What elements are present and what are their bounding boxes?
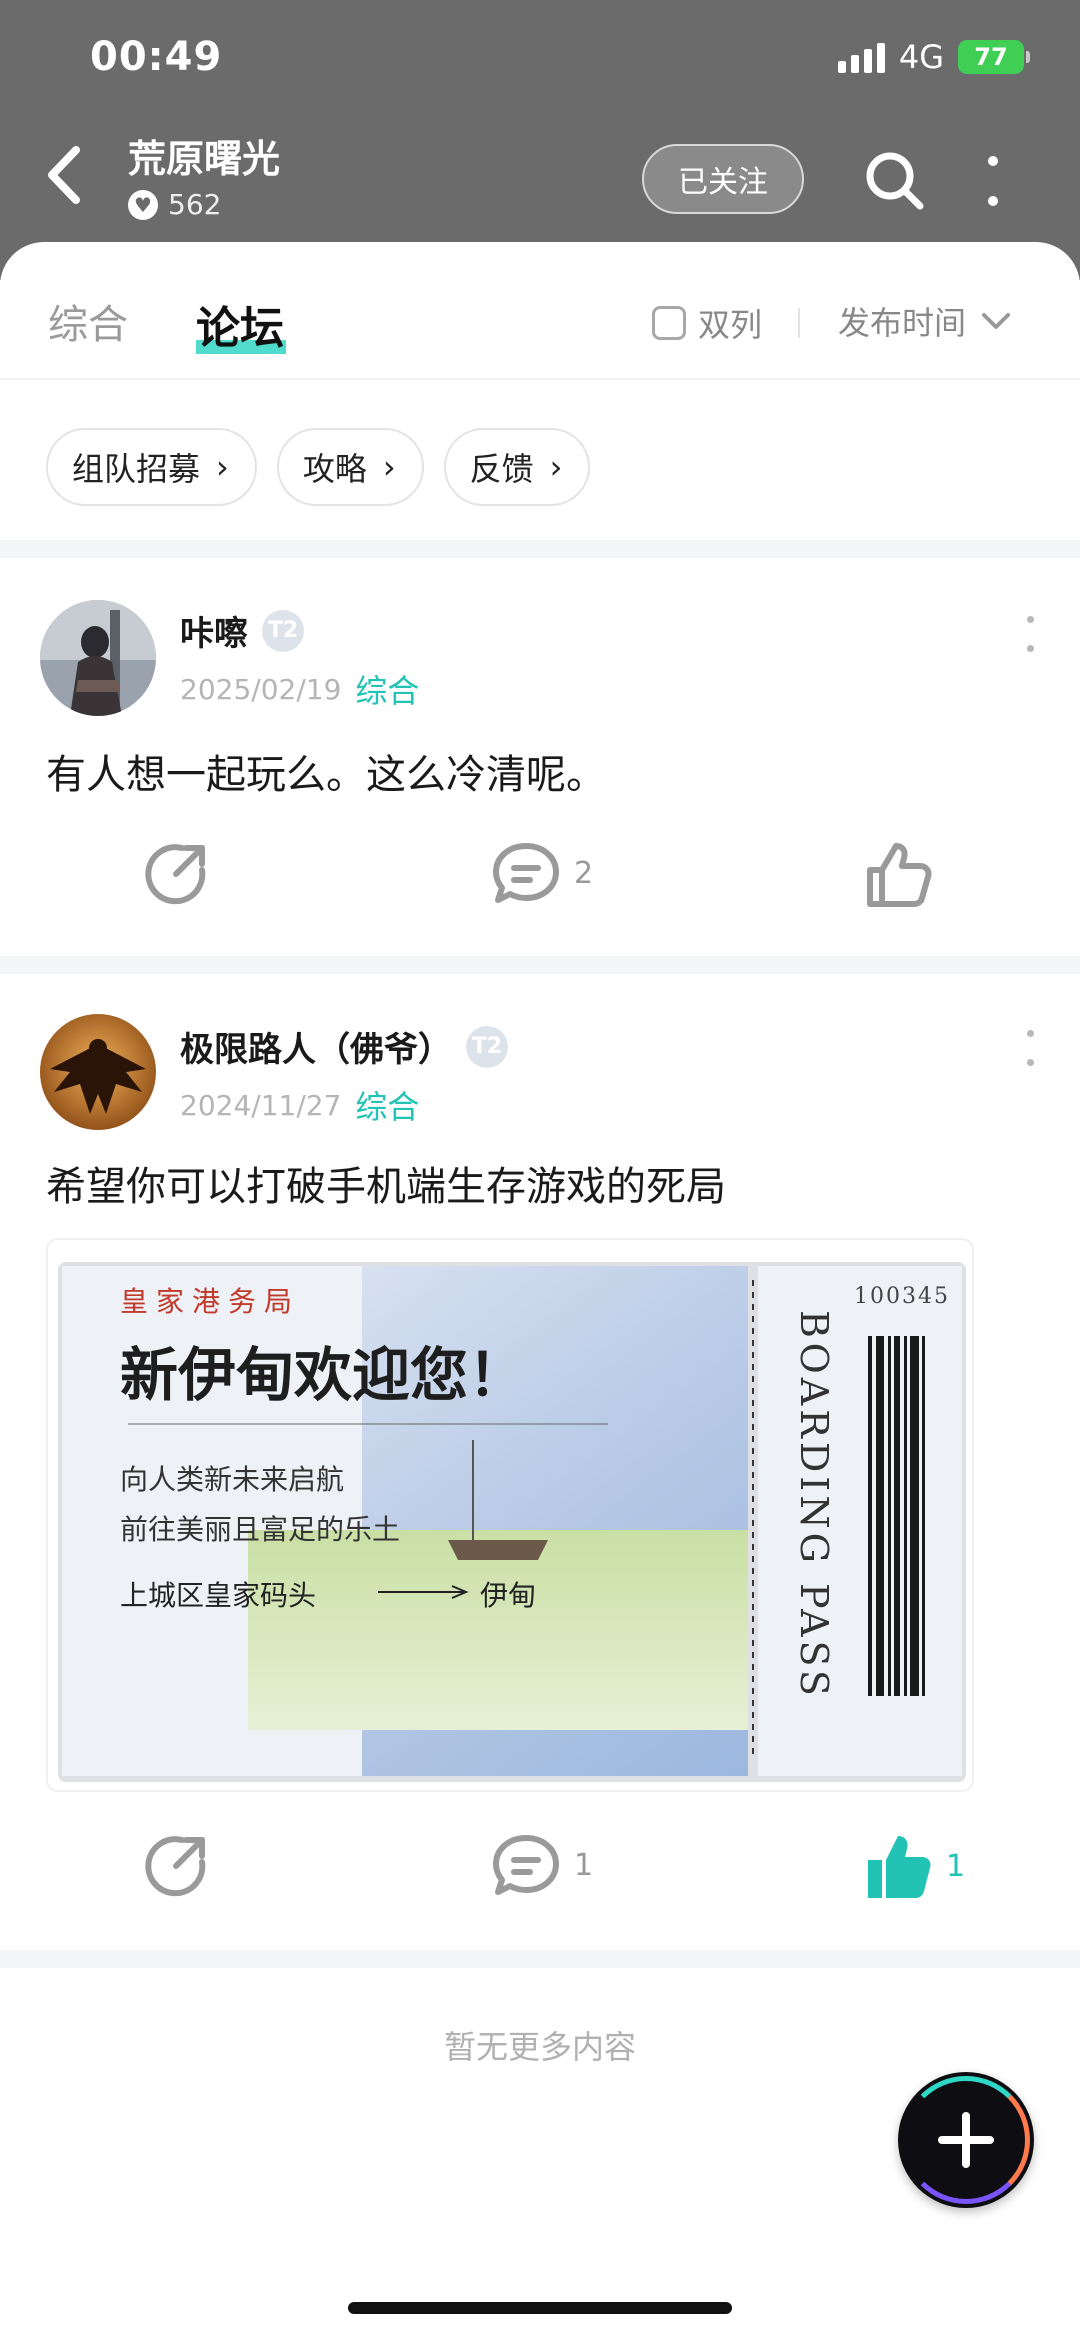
comment-icon xyxy=(493,1835,559,1895)
post-content[interactable]: 有人想一起玩么。这么冷清呢。 xyxy=(46,742,606,800)
post-category[interactable]: 综合 xyxy=(355,666,419,712)
post-more-button[interactable] xyxy=(1024,1030,1036,1066)
section-divider xyxy=(0,956,1080,974)
post-date: 2025/02/19 xyxy=(180,672,342,706)
sort-label: 发布时间 xyxy=(838,304,967,342)
post-date: 2024/11/27 xyxy=(180,1088,342,1122)
tab-forum[interactable]: 论坛 xyxy=(196,292,284,356)
author-name: 极限路人（佛爷） xyxy=(180,1030,452,1070)
chip-label: 攻略 xyxy=(302,450,367,488)
pass-header: 皇家港务局 xyxy=(120,1285,301,1318)
likes-count: ♥ 562 xyxy=(128,188,221,221)
dot xyxy=(988,156,998,166)
chevron-right-icon: › xyxy=(382,448,396,486)
post-more-button[interactable] xyxy=(1024,616,1036,652)
level-badge: T2 xyxy=(466,1025,508,1068)
top-header: 00:49 4G 77 荒原曙光 ♥ 562 已关注 xyxy=(0,0,1080,280)
comment-button[interactable]: 2 xyxy=(490,838,593,908)
post-image[interactable]: 皇家港务局 新伊甸欢迎您！ 向人类新未来启航 前往美丽且富足的乐土 上城区皇家码… xyxy=(46,1238,974,1792)
share-button[interactable] xyxy=(142,838,212,908)
author-name: 咔嚓 xyxy=(180,614,248,654)
no-more-content: 暂无更多内容 xyxy=(443,2028,636,2066)
comment-button[interactable]: 1 xyxy=(490,1830,593,1900)
chevron-left-icon xyxy=(48,146,80,204)
chevron-down-icon xyxy=(982,313,1011,329)
status-time: 00:49 xyxy=(90,34,223,80)
like-count: 1 xyxy=(946,1848,966,1884)
like-button[interactable] xyxy=(862,838,934,910)
avatar[interactable] xyxy=(40,1014,156,1130)
post-meta: 2025/02/19 综合 xyxy=(180,666,419,712)
sort-dropdown[interactable]: 发布时间 xyxy=(838,298,1012,344)
chip-guide[interactable]: 攻略 › xyxy=(276,428,424,506)
share-button[interactable] xyxy=(142,1830,212,1900)
battery-level: 77 xyxy=(974,43,1008,71)
search-icon xyxy=(866,152,924,210)
post-category[interactable]: 综合 xyxy=(355,1082,419,1128)
pass-line-2: 前往美丽且富足的乐土 xyxy=(120,1513,401,1546)
post-author[interactable]: 极限路人（佛爷） T2 xyxy=(180,1022,508,1071)
share-icon xyxy=(145,1836,206,1897)
dot xyxy=(988,196,998,206)
follow-button[interactable]: 已关注 xyxy=(642,144,804,214)
divider xyxy=(798,308,800,338)
dual-column-toggle[interactable]: 双列 xyxy=(652,300,762,346)
chevron-right-icon: › xyxy=(549,448,563,486)
pass-ticket-number: 100345 xyxy=(854,1284,950,1309)
thumbs-up-icon xyxy=(868,1836,931,1898)
signal-icon xyxy=(837,41,885,73)
page-title: 荒原曙光 xyxy=(128,137,281,181)
tab-general[interactable]: 综合 xyxy=(48,292,128,350)
pass-side-label: BOARDING PASS xyxy=(792,1310,836,1700)
comment-count: 2 xyxy=(574,855,594,891)
avatar-image xyxy=(40,1014,156,1130)
comment-count: 1 xyxy=(574,1847,594,1883)
thumbs-up-icon xyxy=(867,843,932,907)
section-divider xyxy=(0,1950,1080,1968)
chevron-right-icon: › xyxy=(216,448,229,486)
pass-line-1: 向人类新未来启航 xyxy=(120,1463,345,1496)
more-options-button[interactable] xyxy=(978,148,1008,214)
level-badge: T2 xyxy=(262,609,304,652)
dual-column-label: 双列 xyxy=(698,306,763,344)
post-actions: 2 xyxy=(0,838,1080,918)
plus-icon xyxy=(938,2112,994,2168)
chip-feedback[interactable]: 反馈 › xyxy=(443,428,591,506)
category-chips: 组队招募 › 攻略 › 反馈 › xyxy=(46,428,591,506)
pass-route-from: 上城区皇家码头 xyxy=(120,1579,317,1612)
comment-icon xyxy=(493,843,559,903)
chip-team-recruit[interactable]: 组队招募 › xyxy=(46,428,257,506)
status-indicators: 4G 77 xyxy=(837,38,1030,76)
post-content[interactable]: 希望你可以打破手机端生存游戏的死局 xyxy=(46,1154,726,1212)
post-actions: 1 1 xyxy=(0,1830,1080,1910)
create-post-button[interactable] xyxy=(898,2072,1034,2208)
heart-icon: ♥ xyxy=(128,189,158,220)
avatar[interactable] xyxy=(40,600,156,716)
pass-route-to: 伊甸 xyxy=(480,1579,537,1612)
post-author[interactable]: 咔嚓 T2 xyxy=(180,606,304,655)
avatar-image xyxy=(40,600,156,716)
pass-headline: 新伊甸欢迎您！ xyxy=(120,1341,527,1409)
section-divider xyxy=(0,540,1080,558)
share-icon xyxy=(145,844,206,905)
back-button[interactable] xyxy=(40,140,90,210)
network-type: 4G xyxy=(898,38,944,76)
chip-label: 反馈 xyxy=(469,450,534,488)
like-button[interactable]: 1 xyxy=(862,1830,965,1902)
chip-label: 组队招募 xyxy=(72,450,201,488)
likes-number: 562 xyxy=(168,188,222,221)
post-meta: 2024/11/27 综合 xyxy=(180,1082,419,1128)
battery-icon: 77 xyxy=(958,40,1030,74)
checkbox-icon xyxy=(652,306,686,340)
search-button[interactable] xyxy=(862,148,928,214)
home-indicator xyxy=(348,2302,732,2314)
tab-bar: 综合 论坛 双列 发布时间 xyxy=(0,242,1080,380)
